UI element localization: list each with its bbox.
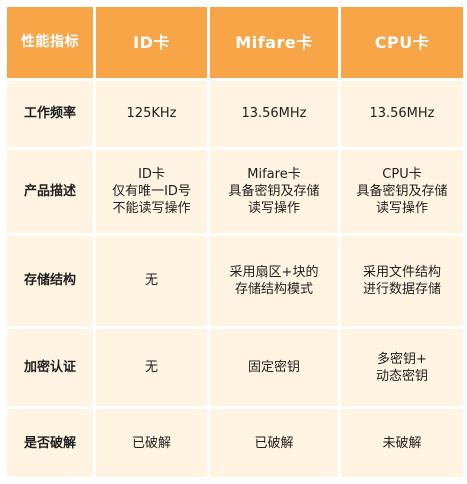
cell-line: 具备密钥及存储 [228,184,320,200]
cell-line: 已破解 [254,435,294,451]
table-cell: 无 [96,328,207,407]
row-label: 是否破解 [7,409,93,477]
table-cell: 13.56MHz [210,80,338,148]
row-label: 工作频率 [7,80,93,148]
table-header-row: 性能指标 ID卡 Mifare卡 CPU卡 [7,7,463,78]
table-row-description: 产品描述 ID卡 仅有唯一ID号 不能读写操作 Mifare卡 具备密钥及存储 … [7,150,463,233]
cell-line: 无 [144,273,158,289]
table-cell: 13.56MHz [341,80,463,148]
cell-line: Mifare卡 [247,167,301,183]
cell-line: 进行数据存储 [362,281,441,297]
cell-line: 具备密钥及存储 [356,184,448,200]
table-cell: 多密钥+ 动态密钥 [341,328,463,407]
table-cell: 已破解 [96,409,207,477]
table-row-frequency: 工作频率 125KHz 13.56MHz 13.56MHz [7,80,463,148]
header-cell-metric: 性能指标 [7,7,93,78]
table-cell: ID卡 仅有唯一ID号 不能读写操作 [96,150,207,233]
cell-line: 采用文件结构 [362,264,441,280]
cell-line: 存储结构模式 [234,281,313,297]
row-label: 加密认证 [7,328,93,407]
cell-line: 多密钥+ [377,351,427,367]
header-cell-mifare-card: Mifare卡 [210,7,338,78]
cell-line: CPU卡 [382,167,422,183]
card-comparison-table: 性能指标 ID卡 Mifare卡 CPU卡 工作频率 125KHz 13.56M… [4,4,466,480]
table-cell: 已破解 [210,409,338,477]
table-cell: 固定密钥 [210,328,338,407]
table-cell: Mifare卡 具备密钥及存储 读写操作 [210,150,338,233]
cell-line: 采用扇区+块的 [229,264,319,280]
cell-line: 13.56MHz [369,106,435,122]
cell-line: 不能读写操作 [112,201,191,217]
table-cell: 未破解 [341,409,463,477]
cell-line: 已破解 [131,435,171,451]
cell-line: ID卡 [138,167,165,183]
cell-line: 13.56MHz [241,106,307,122]
header-cell-id-card: ID卡 [96,7,207,78]
table-row-encryption: 加密认证 无 固定密钥 多密钥+ 动态密钥 [7,328,463,407]
cell-line: 读写操作 [375,201,428,217]
table-row-storage: 存储结构 无 采用扇区+块的 存储结构模式 采用文件结构 进行数据存储 [7,235,463,326]
table-cell: 采用文件结构 进行数据存储 [341,235,463,326]
cell-line: 动态密钥 [375,368,428,384]
table-cell: 无 [96,235,207,326]
table-row-cracked: 是否破解 已破解 已破解 未破解 [7,409,463,477]
cell-line: 读写操作 [247,201,300,217]
cell-line: 125KHz [126,106,177,122]
cell-line: 固定密钥 [247,360,300,376]
table-cell: 125KHz [96,80,207,148]
header-cell-cpu-card: CPU卡 [341,7,463,78]
cell-line: 无 [144,360,158,376]
table-cell: 采用扇区+块的 存储结构模式 [210,235,338,326]
table-cell: CPU卡 具备密钥及存储 读写操作 [341,150,463,233]
comparison-table-panel: 性能指标 ID卡 Mifare卡 CPU卡 工作频率 125KHz 13.56M… [0,0,467,484]
cell-line: 未破解 [382,435,422,451]
cell-line: 仅有唯一ID号 [112,184,191,200]
row-label: 存储结构 [7,235,93,326]
row-label: 产品描述 [7,150,93,233]
